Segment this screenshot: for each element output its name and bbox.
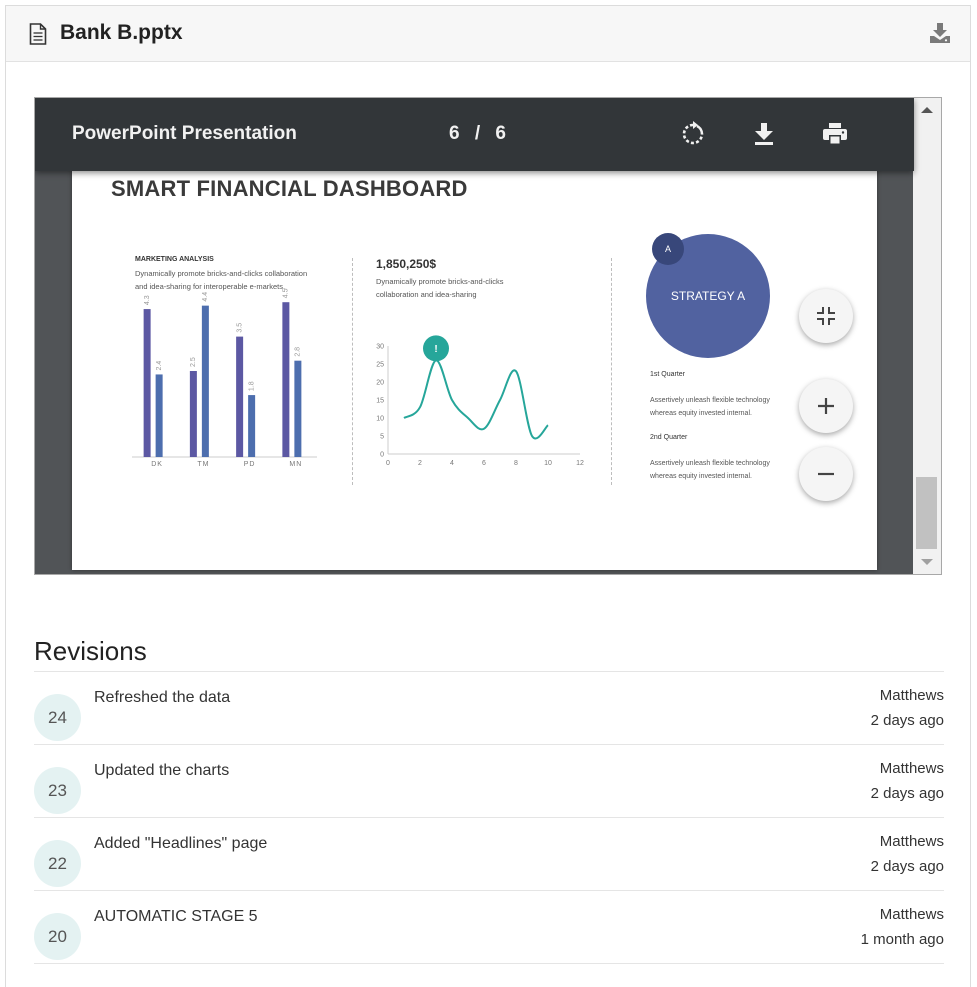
plus-icon — [818, 398, 834, 414]
viewer-toolbar: PowerPoint Presentation 6 / 6 — [35, 98, 914, 171]
download-icon[interactable] — [750, 120, 778, 148]
file-panel: Bank B.pptx PowerPoint Presentation 6 / … — [5, 5, 971, 987]
q2-text: Assertively unleash flexible technology … — [650, 460, 770, 480]
bar-category-label: PD — [244, 461, 256, 468]
viewer-title: PowerPoint Presentation — [72, 123, 297, 144]
revision-time: 2 days ago — [870, 858, 944, 875]
x-tick-label: 0 — [386, 460, 390, 467]
revision-author: Matthews — [879, 906, 944, 923]
strategy-label: STRATEGY A — [670, 289, 746, 303]
q2-label: 2nd Quarter — [650, 434, 688, 441]
y-tick-label: 20 — [376, 380, 384, 387]
zoom-out-button[interactable] — [799, 447, 853, 501]
x-tick-label: 10 — [544, 460, 552, 467]
bar — [155, 374, 163, 457]
bar — [248, 395, 256, 457]
slide-page: SMART FINANCIAL DASHBOARD MARKETING ANAL… — [72, 138, 877, 570]
revision-time: 1 month ago — [860, 931, 944, 948]
zoom-in-button[interactable] — [799, 379, 853, 433]
print-icon[interactable] — [821, 120, 849, 148]
total-pages: 6 — [495, 123, 507, 144]
bar-value-label: 4.4 — [202, 292, 209, 302]
bar-category-label: DK — [151, 461, 163, 468]
y-tick-label: 25 — [376, 362, 384, 369]
bar-value-label: 1.8 — [248, 381, 255, 391]
document-viewer[interactable]: PowerPoint Presentation 6 / 6 SMART FINA… — [34, 97, 942, 575]
fit-to-page-icon — [817, 307, 835, 325]
bar-value-label: 2.5 — [190, 357, 197, 367]
line-series — [403, 359, 549, 440]
y-tick-label: 0 — [380, 452, 384, 459]
revision-number: 22 — [34, 840, 81, 887]
bar-value-label: 2.4 — [156, 361, 163, 371]
revision-description: Refreshed the data — [94, 689, 231, 706]
scroll-down-arrow-icon[interactable] — [913, 550, 941, 574]
download-icon[interactable] — [929, 22, 951, 44]
bar-value-label: 2.8 — [295, 347, 302, 357]
x-tick-label: 6 — [482, 460, 486, 467]
document-icon — [29, 23, 47, 45]
current-page: 6 — [449, 123, 461, 144]
revision-number: 24 — [34, 694, 81, 741]
bar — [282, 302, 290, 457]
charts-canvas: 4.3 2.4 DK 2.5 4.4 TM 3.5 1.8 PD 4.5 2.8 MN 0 2 4 6 8 10 1… — [132, 288, 584, 468]
revision-description: Added "Headlines" page — [94, 835, 268, 852]
bar-category-label: MN — [289, 461, 302, 468]
y-tick-label: 15 — [376, 398, 384, 405]
revision-time: 2 days ago — [870, 785, 944, 802]
bar-value-label: 4.5 — [283, 288, 290, 298]
y-tick-label: 30 — [376, 344, 384, 351]
strategy-badge: A — [652, 233, 684, 265]
bar — [201, 305, 209, 457]
file-header: Bank B.pptx — [6, 6, 970, 62]
revision-row[interactable]: 20 AUTOMATIC STAGE 5 Matthews 1 month ag… — [34, 891, 944, 964]
peak-marker-label: ! — [434, 344, 437, 355]
revision-author: Matthews — [879, 687, 944, 704]
revision-number: 20 — [34, 913, 81, 960]
y-tick-label: 10 — [376, 416, 384, 423]
q1-text: Assertively unleash flexible technology … — [650, 397, 770, 417]
revision-description: AUTOMATIC STAGE 5 — [94, 908, 258, 925]
bar — [294, 360, 302, 457]
x-tick-label: 2 — [418, 460, 422, 467]
bar-value-label: 4.3 — [144, 295, 151, 305]
x-tick-label: 8 — [514, 460, 518, 467]
page-separator: / — [474, 123, 482, 144]
viewer-scrollbar[interactable] — [913, 98, 941, 574]
fit-to-page-button[interactable] — [799, 289, 853, 343]
bar — [189, 371, 197, 457]
revision-author: Matthews — [879, 760, 944, 777]
y-tick-label: 5 — [380, 434, 384, 441]
revisions-title: Revisions — [34, 636, 147, 666]
x-tick-label: 4 — [450, 460, 454, 467]
minus-icon — [818, 472, 834, 476]
revision-row[interactable]: 22 Added "Headlines" page Matthews 2 day… — [34, 818, 944, 891]
revision-author: Matthews — [879, 833, 944, 850]
bar-value-label: 3.5 — [236, 323, 243, 333]
revision-time: 2 days ago — [870, 712, 944, 729]
scroll-thumb[interactable] — [916, 477, 937, 549]
rotate-icon[interactable] — [679, 120, 707, 148]
revision-description: Updated the charts — [94, 762, 230, 779]
revision-row[interactable]: 23 Updated the charts Matthews 2 days ag… — [34, 745, 944, 818]
bar-category-label: TM — [197, 461, 209, 468]
bar — [143, 309, 151, 457]
x-tick-label: 12 — [576, 460, 584, 467]
q1-label: 1st Quarter — [650, 371, 686, 378]
file-title: Bank B.pptx — [60, 21, 183, 44]
scroll-up-arrow-icon[interactable] — [913, 98, 941, 122]
bar — [236, 336, 244, 457]
revision-row[interactable]: 24 Refreshed the data Matthews 2 days ag… — [34, 672, 944, 745]
page-indicator: 6 / 6 — [449, 123, 507, 145]
revision-number: 23 — [34, 767, 81, 814]
